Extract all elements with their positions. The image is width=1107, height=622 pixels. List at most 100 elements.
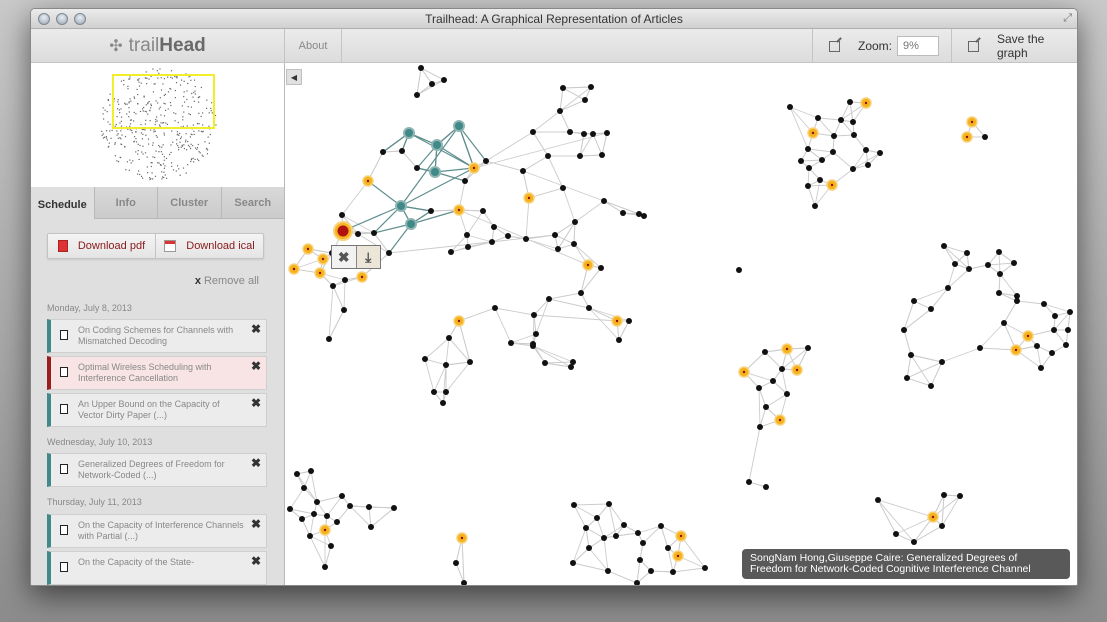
remove-paper-icon[interactable]: ✖ <box>251 396 261 410</box>
graph-node[interactable] <box>604 130 610 136</box>
graph-node[interactable] <box>314 267 326 279</box>
schedule-item[interactable]: On the Capacity of Interference Channels… <box>47 514 267 548</box>
graph-node[interactable] <box>1022 330 1034 342</box>
graph-node[interactable] <box>431 139 443 151</box>
graph-node[interactable] <box>787 104 793 110</box>
graph-node[interactable] <box>341 307 347 313</box>
graph-node[interactable] <box>893 531 899 537</box>
graph-node[interactable] <box>301 485 307 491</box>
tab-cluster[interactable]: Cluster <box>158 187 222 219</box>
graph-node[interactable] <box>1034 343 1040 349</box>
graph-node[interactable] <box>1011 260 1017 266</box>
graph-node[interactable] <box>339 212 345 218</box>
graph-node[interactable] <box>366 504 372 510</box>
graph-node[interactable] <box>530 341 536 347</box>
remove-paper-icon[interactable]: ✖ <box>251 517 261 531</box>
graph-node[interactable] <box>702 565 708 571</box>
graph-node[interactable] <box>928 383 934 389</box>
graph-node[interactable] <box>966 116 978 128</box>
graph-node[interactable] <box>598 265 604 271</box>
graph-node[interactable] <box>665 545 671 551</box>
graph-node[interactable] <box>616 337 622 343</box>
graph-node[interactable] <box>578 290 584 296</box>
graph-node[interactable] <box>1052 313 1058 319</box>
graph-node[interactable] <box>996 249 1002 255</box>
graph-node[interactable] <box>601 535 607 541</box>
graph-node[interactable] <box>399 148 405 154</box>
graph-node[interactable] <box>763 484 769 490</box>
graph-node[interactable] <box>860 97 872 109</box>
graph-node[interactable] <box>386 250 392 256</box>
graph-node[interactable] <box>675 530 687 542</box>
remove-paper-icon[interactable]: ✖ <box>251 322 261 336</box>
graph-node[interactable] <box>440 400 446 406</box>
graph-node[interactable] <box>299 516 305 522</box>
graph-node[interactable] <box>806 165 812 171</box>
graph-node[interactable] <box>620 210 626 216</box>
tab-search[interactable]: Search <box>221 187 284 219</box>
graph-node[interactable] <box>362 175 374 187</box>
graph-node[interactable] <box>555 246 561 252</box>
graph-node[interactable] <box>418 65 424 71</box>
graph-node[interactable] <box>467 359 473 365</box>
graph-node[interactable] <box>658 523 664 529</box>
graph-node[interactable] <box>572 219 578 225</box>
graph-node[interactable] <box>831 133 837 139</box>
graph-node[interactable] <box>480 208 486 214</box>
schedule-item[interactable]: On Coding Schemes for Channels with Mism… <box>47 319 267 353</box>
graph-node[interactable] <box>557 108 563 114</box>
remove-paper-icon[interactable]: ✖ <box>251 554 261 568</box>
graph-node[interactable] <box>302 243 314 255</box>
graph-node[interactable] <box>560 85 566 91</box>
graph-node[interactable] <box>626 318 632 324</box>
graph-node[interactable] <box>288 263 300 275</box>
graph-node[interactable] <box>582 97 588 103</box>
graph-node[interactable] <box>641 213 647 219</box>
graph-node[interactable] <box>567 129 573 135</box>
graph-node[interactable] <box>326 336 332 342</box>
graph-node[interactable] <box>904 375 910 381</box>
graph-node[interactable] <box>523 192 535 204</box>
graph-node[interactable] <box>613 533 619 539</box>
tab-schedule[interactable]: Schedule <box>31 187 95 219</box>
download-ical-button[interactable]: Download ical <box>155 234 263 258</box>
graph-node[interactable] <box>380 149 386 155</box>
graph-node[interactable] <box>583 525 589 531</box>
graph-node[interactable] <box>448 249 454 255</box>
graph-node[interactable] <box>523 236 529 242</box>
graph-node[interactable] <box>342 277 348 283</box>
graph-node[interactable] <box>314 499 320 505</box>
graph-node[interactable] <box>927 511 939 523</box>
graph-node[interactable] <box>395 200 407 212</box>
graph-node[interactable] <box>952 261 958 267</box>
graph-node[interactable] <box>533 331 539 337</box>
graph-svg[interactable] <box>286 63 1077 585</box>
graph-node[interactable] <box>461 580 467 585</box>
graph-node[interactable] <box>736 267 742 273</box>
graph-node[interactable] <box>453 315 465 327</box>
graph-node[interactable] <box>997 271 1003 277</box>
save-graph-button[interactable]: Save the graph <box>952 29 1077 63</box>
graph-node[interactable] <box>670 569 676 575</box>
graph-node[interactable] <box>568 364 574 370</box>
graph-node[interactable] <box>441 77 447 83</box>
graph-node[interactable] <box>582 259 594 271</box>
graph-node[interactable] <box>865 162 871 168</box>
graph-node[interactable] <box>317 253 329 265</box>
schedule-item[interactable]: An Upper Bound on the Capacity of Vector… <box>47 393 267 427</box>
tab-info[interactable]: Info <box>94 187 158 219</box>
graph-node[interactable] <box>464 232 470 238</box>
graph-node[interactable] <box>939 359 945 365</box>
graph-node[interactable] <box>368 524 374 530</box>
graph-node[interactable] <box>779 366 785 372</box>
graph-node[interactable] <box>355 231 361 237</box>
graph-node[interactable] <box>901 327 907 333</box>
graph-node[interactable] <box>356 271 368 283</box>
graph-node[interactable] <box>908 352 914 358</box>
graph-node[interactable] <box>763 404 769 410</box>
graph-node[interactable] <box>308 468 314 474</box>
graph-node[interactable] <box>1063 342 1069 348</box>
graph-node[interactable] <box>640 540 646 546</box>
graph-node[interactable] <box>774 414 786 426</box>
graph-node[interactable] <box>324 513 330 519</box>
